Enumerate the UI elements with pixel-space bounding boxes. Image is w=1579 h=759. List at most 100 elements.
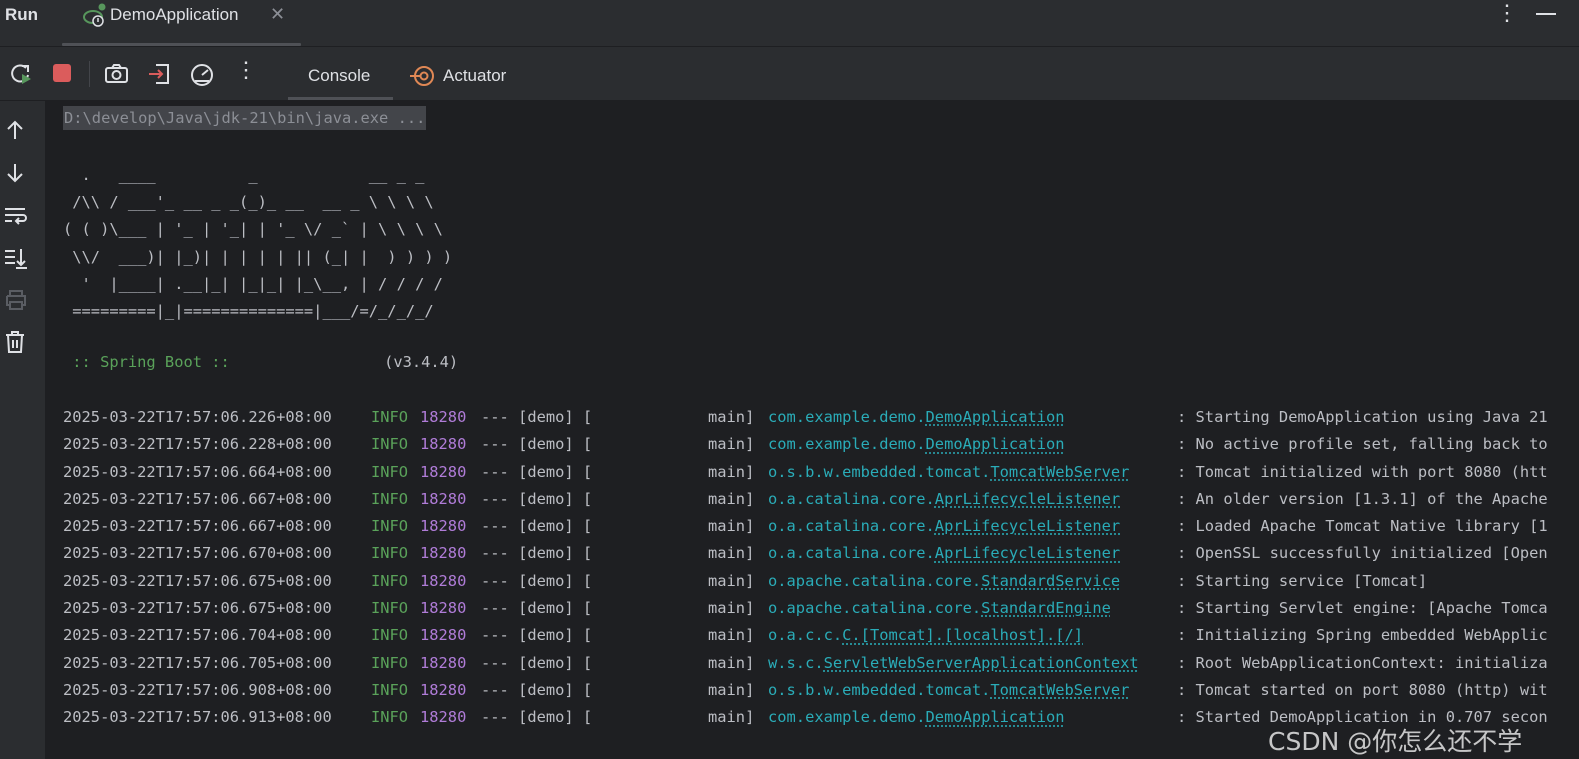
- log-timestamp: 2025-03-22T17:57:06.664+08:00: [63, 462, 332, 481]
- log-level: INFO: [371, 517, 409, 536]
- logger-class-link[interactable]: AprLifecycleListener: [935, 544, 1120, 562]
- log-message: : Loaded Apache Tomcat Native library [1: [1177, 517, 1548, 536]
- log-app-bracket: --- [demo] [: [481, 599, 593, 618]
- log-timestamp: 2025-03-22T17:57:06.228+08:00: [63, 435, 332, 454]
- log-level: INFO: [371, 708, 409, 727]
- console-toolbar: ⋮ Console Actuator: [0, 47, 1579, 100]
- tab-demo-application[interactable]: DemoApplication ✕: [62, 0, 301, 46]
- logger-class-link[interactable]: C.[Tomcat].[localhost].[/]: [842, 626, 1083, 644]
- toolbar-separator: [89, 61, 90, 87]
- log-timestamp: 2025-03-22T17:57:06.675+08:00: [63, 599, 332, 618]
- log-level: INFO: [371, 653, 409, 672]
- log-level: INFO: [371, 626, 409, 645]
- log-logger-link[interactable]: com.example.demo.DemoApplication: [768, 406, 1065, 428]
- trash-icon[interactable]: [4, 330, 26, 359]
- logger-class-link[interactable]: DemoApplication: [926, 708, 1065, 726]
- logger-package: com.example.demo.: [768, 708, 926, 727]
- logger-package: com.example.demo.: [768, 435, 926, 454]
- rerun-icon[interactable]: [8, 61, 34, 92]
- print-icon[interactable]: [4, 289, 28, 316]
- scroll-to-end-icon[interactable]: [4, 247, 28, 274]
- spring-boot-version: (v3.4.4): [384, 353, 459, 371]
- log-message: : Starting Servlet engine: [Apache Tomca: [1177, 599, 1548, 618]
- log-logger-link[interactable]: o.a.c.c.C.[Tomcat].[localhost].[/]: [768, 624, 1083, 646]
- log-level: INFO: [371, 571, 409, 590]
- exit-icon[interactable]: [147, 61, 173, 92]
- log-logger-link[interactable]: com.example.demo.DemoApplication: [768, 706, 1065, 728]
- log-timestamp: 2025-03-22T17:57:06.226+08:00: [63, 408, 332, 426]
- log-level: INFO: [371, 462, 409, 481]
- log-app-bracket: --- [demo] [: [481, 653, 593, 672]
- logger-class-link[interactable]: TomcatWebServer: [990, 463, 1129, 481]
- tab-actuator[interactable]: Actuator: [410, 47, 530, 100]
- log-timestamp: 2025-03-22T17:57:06.704+08:00: [63, 626, 332, 645]
- log-pid: 18280: [420, 680, 467, 699]
- console-side-toolbar: [0, 101, 45, 759]
- logger-class-link[interactable]: ServletWebServerApplicationContext: [824, 654, 1139, 672]
- log-app-bracket: --- [demo] [: [481, 517, 593, 536]
- log-logger-link[interactable]: o.a.catalina.core.AprLifecycleListener: [768, 515, 1120, 537]
- close-icon[interactable]: ✕: [270, 4, 285, 25]
- log-logger-link[interactable]: com.example.demo.DemoApplication: [768, 433, 1065, 455]
- log-timestamp: 2025-03-22T17:57:06.667+08:00: [63, 517, 332, 536]
- gauge-icon[interactable]: [189, 61, 215, 92]
- run-title: Run: [5, 5, 39, 24]
- tab-console-label: Console: [308, 66, 371, 85]
- logger-class-link[interactable]: DemoApplication: [926, 435, 1065, 453]
- log-thread: main]: [708, 599, 755, 618]
- log-logger-link[interactable]: o.apache.catalina.core.StandardEngine: [768, 597, 1111, 619]
- log-logger-link[interactable]: o.s.b.w.embedded.tomcat.TomcatWebServer: [768, 679, 1129, 701]
- logger-class-link[interactable]: TomcatWebServer: [990, 681, 1129, 699]
- log-message: : Tomcat started on port 8080 (http) wit: [1177, 680, 1548, 699]
- command-line[interactable]: D:\develop\Java\jdk-21\bin\java.exe ...: [63, 106, 427, 130]
- log-pid: 18280: [420, 626, 467, 645]
- banner-line: /\\ / ___'_ __ _ _(_)_ __ __ _ \ \ \ \: [63, 193, 434, 212]
- minimize-icon[interactable]: [1536, 13, 1556, 15]
- log-app-bracket: --- [demo] [: [481, 680, 593, 699]
- more-icon[interactable]: ⋮: [235, 57, 257, 83]
- stop-icon[interactable]: [50, 61, 76, 92]
- log-level: INFO: [371, 599, 409, 618]
- log-pid: 18280: [420, 435, 467, 454]
- log-message: : No active profile set, falling back to: [1177, 435, 1548, 454]
- arrow-up-icon[interactable]: [4, 119, 26, 146]
- log-thread: main]: [708, 708, 755, 727]
- log-message: : OpenSSL successfully initialized [Open: [1177, 544, 1548, 563]
- camera-icon[interactable]: [104, 61, 130, 92]
- log-timestamp: 2025-03-22T17:57:06.670+08:00: [63, 544, 332, 563]
- tab-console[interactable]: Console: [288, 47, 393, 100]
- log-level: INFO: [371, 680, 409, 699]
- log-level: INFO: [371, 435, 409, 454]
- logger-package: o.a.c.c.: [768, 626, 843, 645]
- log-logger-link[interactable]: o.s.b.w.embedded.tomcat.TomcatWebServer: [768, 461, 1129, 483]
- banner-line: =========|_|==============|___/=/_/_/_/: [63, 302, 434, 321]
- log-app-bracket: --- [demo] [: [481, 708, 593, 727]
- logger-package: o.s.b.w.embedded.tomcat.: [768, 680, 991, 699]
- log-logger-link[interactable]: o.apache.catalina.core.StandardService: [768, 570, 1120, 592]
- log-thread: main]: [708, 462, 755, 481]
- log-message: : Tomcat initialized with port 8080 (htt: [1177, 462, 1548, 481]
- log-timestamp: 2025-03-22T17:57:06.667+08:00: [63, 489, 332, 508]
- log-level: INFO: [371, 544, 409, 563]
- console-output[interactable]: D:\develop\Java\jdk-21\bin\java.exe ... …: [45, 101, 1579, 759]
- logger-class-link[interactable]: AprLifecycleListener: [935, 517, 1120, 535]
- log-message: : Root WebApplicationContext: initializa: [1177, 653, 1548, 672]
- logger-class-link[interactable]: AprLifecycleListener: [935, 490, 1120, 508]
- arrow-down-icon[interactable]: [4, 162, 26, 189]
- log-pid: 18280: [420, 408, 467, 426]
- log-app-bracket: --- [demo] [: [481, 435, 593, 454]
- logger-class-link[interactable]: StandardEngine: [981, 599, 1111, 617]
- banner-line: . ____ _ __ _ _: [63, 166, 425, 184]
- log-logger-link[interactable]: o.a.catalina.core.AprLifecycleListener: [768, 488, 1120, 510]
- log-logger-link[interactable]: w.s.c.ServletWebServerApplicationContext: [768, 652, 1139, 674]
- logger-package: w.s.c.: [768, 653, 824, 672]
- log-pid: 18280: [420, 571, 467, 590]
- logger-class-link[interactable]: DemoApplication: [926, 408, 1065, 426]
- soft-wrap-icon[interactable]: [4, 205, 28, 232]
- log-pid: 18280: [420, 708, 467, 727]
- logger-class-link[interactable]: StandardService: [981, 572, 1120, 590]
- log-logger-link[interactable]: o.a.catalina.core.AprLifecycleListener: [768, 542, 1120, 564]
- tab-label: DemoApplication: [110, 5, 239, 24]
- more-options-icon[interactable]: ⋮: [1496, 2, 1518, 24]
- log-app-bracket: --- [demo] [: [481, 571, 593, 590]
